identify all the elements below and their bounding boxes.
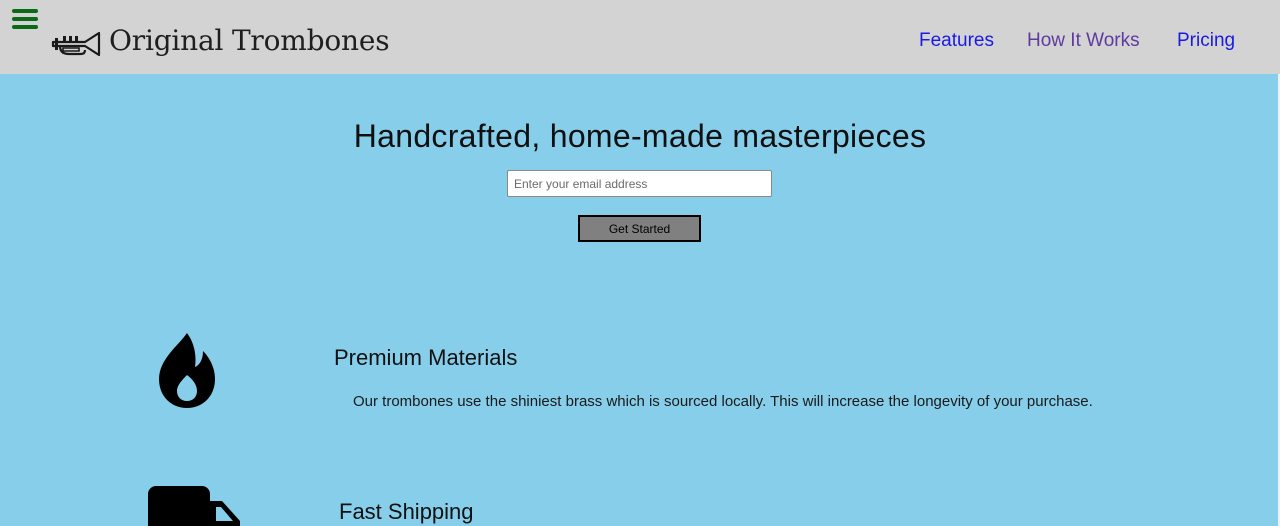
brand-name: Original Trombones (109, 24, 390, 57)
nav-link-features[interactable]: Features (919, 30, 994, 52)
trumpet-icon (51, 31, 101, 57)
fire-icon (159, 333, 215, 408)
feature-description: Our trombones use the shiniest brass whi… (353, 393, 1093, 410)
hero-title: Handcrafted, home-made masterpieces (353, 118, 927, 154)
feature-title: Premium Materials (334, 345, 518, 370)
get-started-button[interactable]: Get Started (578, 215, 701, 242)
site-header: Original Trombones Features How It Works… (0, 0, 1280, 74)
feature-title: Fast Shipping (339, 499, 474, 524)
truck-icon (148, 486, 240, 526)
menu-bar (12, 25, 38, 29)
hamburger-menu-icon[interactable] (12, 9, 38, 31)
nav-link-pricing[interactable]: Pricing (1177, 30, 1235, 52)
email-input[interactable] (507, 170, 772, 197)
menu-bar (12, 9, 38, 13)
nav-link-how-it-works[interactable]: How It Works (1027, 30, 1140, 52)
menu-bar (12, 17, 38, 21)
